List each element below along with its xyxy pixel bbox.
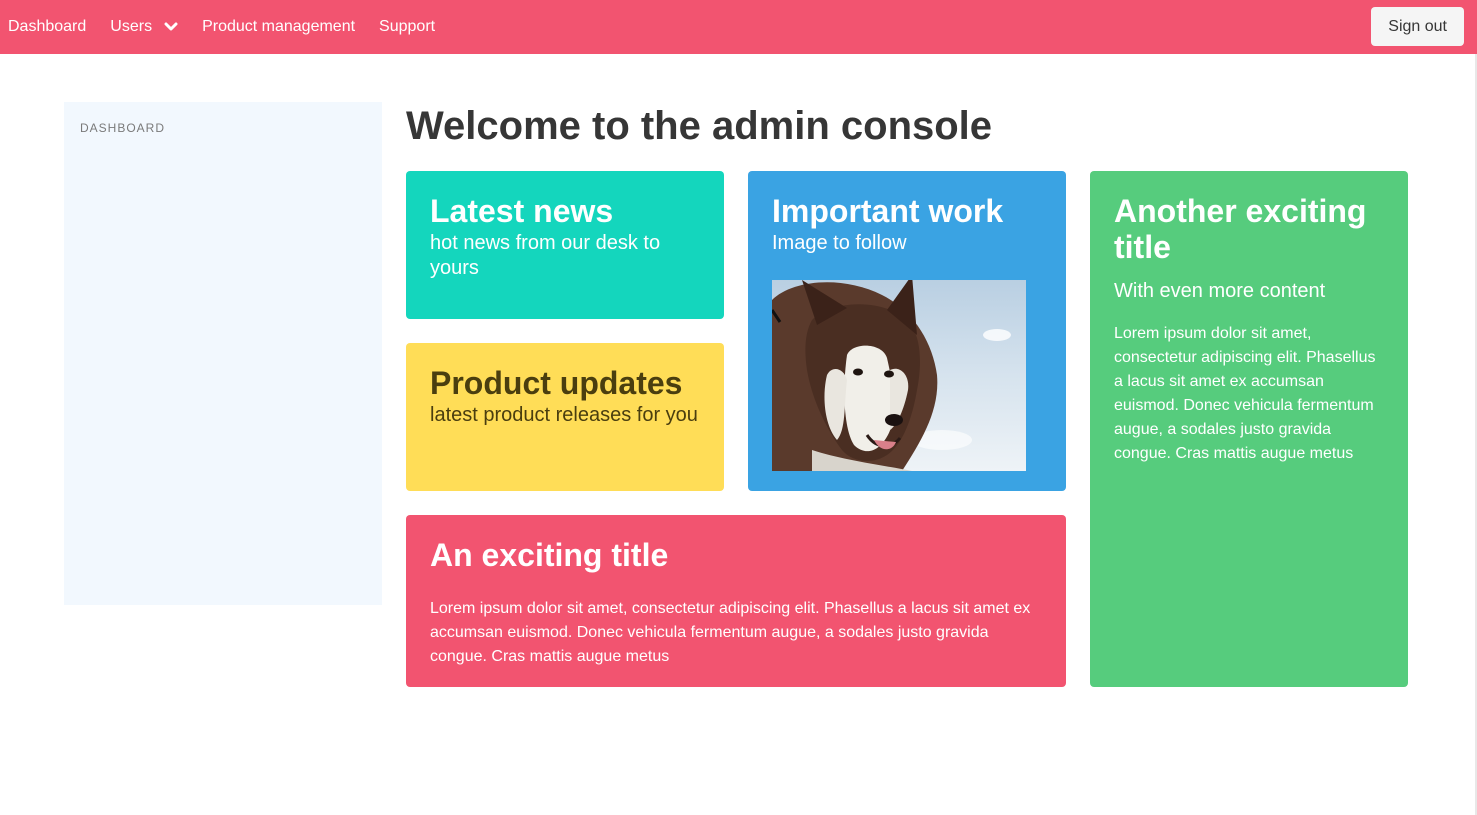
nav-users-dropdown[interactable]: Users <box>98 0 190 54</box>
tile-product-updates[interactable]: Product updates latest product releases … <box>406 343 724 491</box>
tile-subtitle: latest product releases for you <box>430 404 698 426</box>
nav-dashboard-label: Dashboard <box>8 18 87 35</box>
sidebar-section-label: DASHBOARD <box>80 121 166 135</box>
tile-title: An exciting title <box>430 537 669 573</box>
tile-subtitle: hot news from our desk to yours <box>430 232 661 279</box>
nav-dashboard-link[interactable]: Dashboard <box>0 0 98 54</box>
tile-subtitle: Image to follow <box>772 232 907 254</box>
tile-title: Important work <box>772 193 1004 229</box>
tile-title: Latest news <box>430 193 614 229</box>
tile-another-exciting-title[interactable]: Another exciting title With even more co… <box>1090 171 1408 687</box>
top-navbar: Dashboard Users Product management Suppo… <box>0 0 1477 54</box>
sidebar: DASHBOARD <box>64 102 382 605</box>
nav-product-management-link[interactable]: Product management <box>190 0 367 54</box>
tile-subtitle: With even more content <box>1114 280 1326 302</box>
tile-body: Lorem ipsum dolor sit amet, consectetur … <box>1114 325 1376 462</box>
tile-important-work[interactable]: Important work Image to follow <box>748 171 1066 491</box>
tile-an-exciting-title[interactable]: An exciting title Lorem ipsum dolor sit … <box>406 515 1066 687</box>
sign-out-button[interactable]: Sign out <box>1371 7 1464 46</box>
nav-users-label: Users <box>110 18 153 35</box>
tile-title: Product updates <box>430 365 683 401</box>
nav-support-label: Support <box>379 18 436 35</box>
tile-title: Another exciting title <box>1114 193 1367 265</box>
page-title: Welcome to the admin console <box>406 104 993 148</box>
chevron-down-icon <box>164 22 178 32</box>
nav-product-management-label: Product management <box>202 18 356 35</box>
tile-body: Lorem ipsum dolor sit amet, consectetur … <box>430 600 1031 665</box>
husky-dog-image <box>772 280 1026 471</box>
nav-support-link[interactable]: Support <box>367 0 447 54</box>
tile-latest-news[interactable]: Latest news hot news from our desk to yo… <box>406 171 724 319</box>
